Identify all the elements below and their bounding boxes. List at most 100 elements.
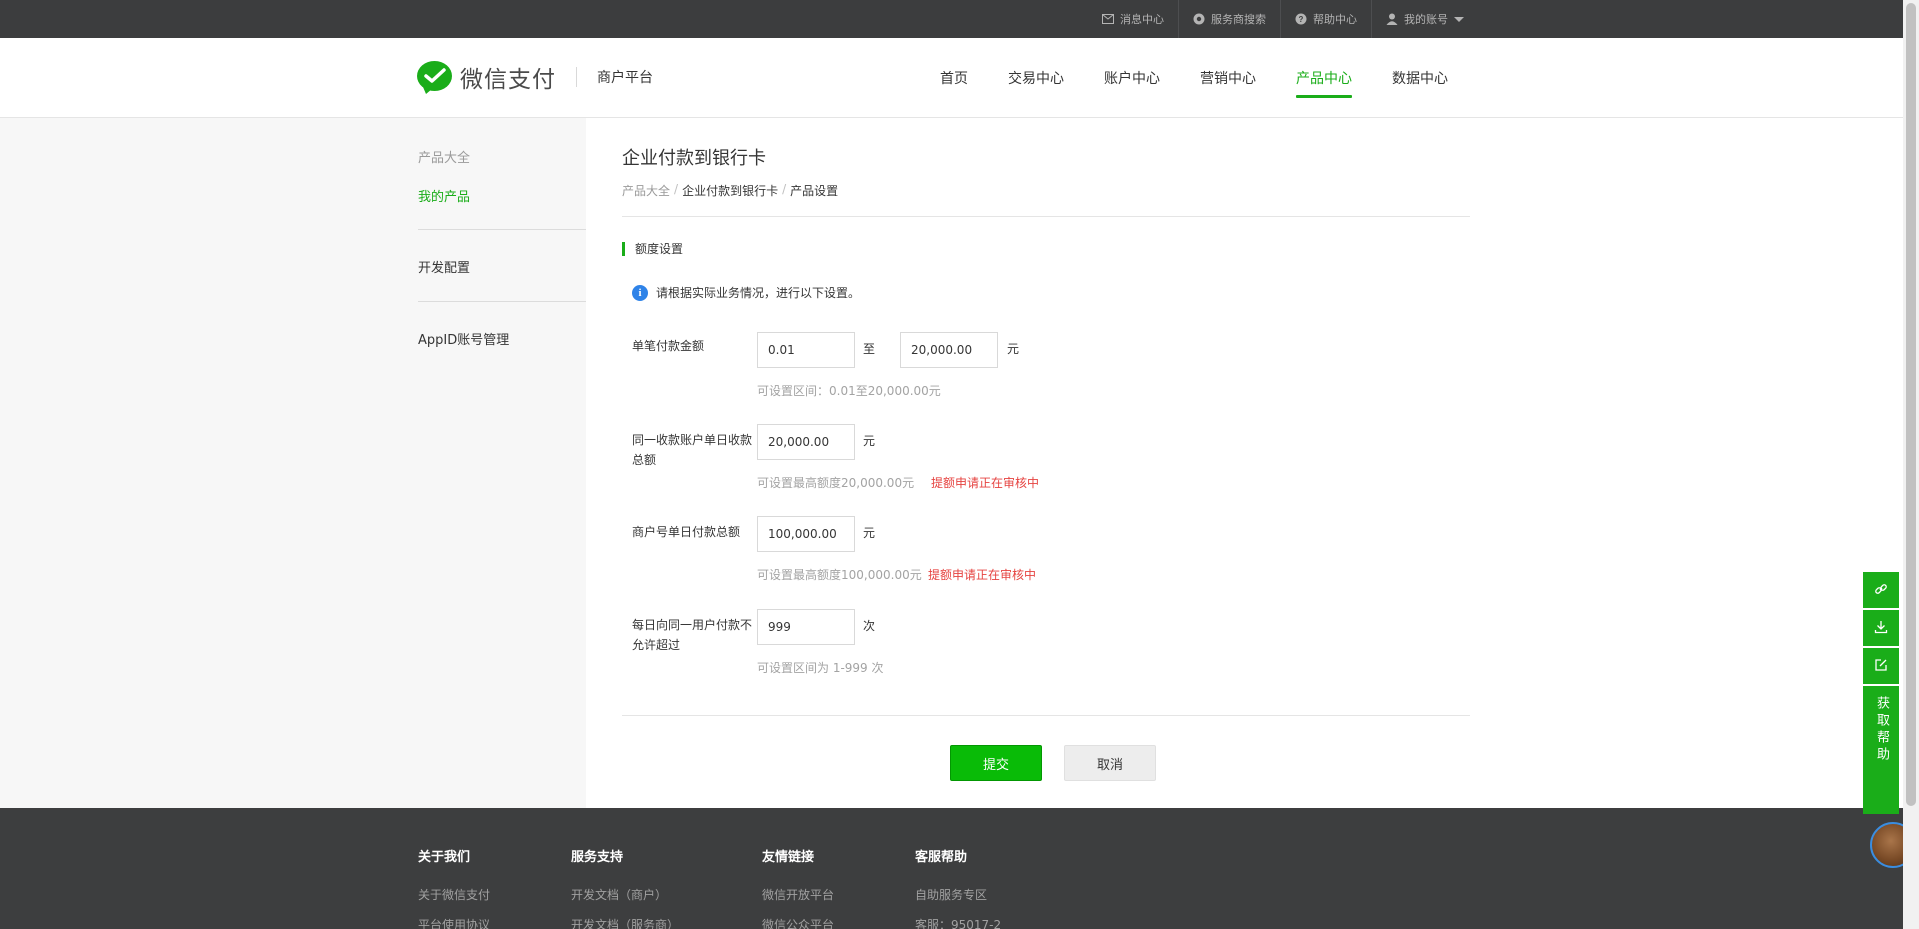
search-icon xyxy=(1193,13,1205,25)
breadcrumb-item-current: 产品设置 xyxy=(790,184,839,198)
breadcrumb-separator: / xyxy=(782,182,787,196)
merchant-daily-review-status: 提额申请正在审核中 xyxy=(928,568,1037,582)
single-payment-max-input[interactable]: 20,000.00 xyxy=(900,332,998,368)
cancel-button[interactable]: 取消 xyxy=(1064,745,1156,781)
wechat-pay-logo-icon xyxy=(417,60,452,94)
floating-toolbar: 获取帮助 xyxy=(1863,572,1899,814)
provider-search-label: 服务商搜索 xyxy=(1211,13,1266,26)
mail-icon xyxy=(1102,13,1114,25)
breadcrumb-item-all-products[interactable]: 产品大全 xyxy=(622,182,670,199)
brand-logo[interactable]: 微信支付 商户平台 xyxy=(417,60,653,94)
submit-button[interactable]: 提交 xyxy=(950,745,1042,781)
single-payment-label: 单笔付款金额 xyxy=(632,339,705,353)
daily-user-limit-input[interactable]: 999 xyxy=(757,609,855,645)
caret-down-icon xyxy=(1454,16,1464,22)
single-payment-unit: 元 xyxy=(1007,342,1020,356)
daily-user-limit-unit: 次 xyxy=(863,619,876,633)
feedback-button[interactable] xyxy=(1863,648,1899,684)
help-icon: ? xyxy=(1295,13,1307,25)
footer-link[interactable]: 开发文档（商户） xyxy=(571,886,679,903)
my-account-label: 我的账号 xyxy=(1404,13,1448,26)
single-payment-min-input[interactable]: 0.01 xyxy=(757,332,855,368)
top-links: 消息中心 服务商搜索 ? 帮助中心 我的账号 xyxy=(1088,0,1478,38)
daily-user-limit-hint: 可设置区间为 1-999 次 xyxy=(757,661,884,675)
get-help-button[interactable]: 获取帮助 xyxy=(1863,686,1899,814)
my-account-menu[interactable]: 我的账号 xyxy=(1371,0,1478,38)
footer-column-customer-service: 客服帮助 自助服务专区 客服：95017-2 xyxy=(915,846,1001,929)
nav-transactions[interactable]: 交易中心 xyxy=(1008,38,1064,118)
share-link-button[interactable] xyxy=(1863,572,1899,608)
range-separator: 至 xyxy=(863,342,876,356)
site-footer: 关于我们 关于微信支付 平台使用协议 服务支持 开发文档（商户） 开发文档（服务… xyxy=(0,808,1903,929)
sidebar-group-products: 产品大全 我的产品 xyxy=(418,118,586,230)
footer-column-about: 关于我们 关于微信支付 平台使用协议 xyxy=(418,846,490,929)
sidebar-item-appid-management[interactable]: AppID账号管理 xyxy=(418,329,509,348)
footer-link[interactable]: 关于微信支付 xyxy=(418,886,490,903)
sidebar-item-my-products[interactable]: 我的产品 xyxy=(418,186,470,205)
brand-divider xyxy=(576,67,577,87)
nav-home[interactable]: 首页 xyxy=(940,38,968,118)
info-notice: i 请根据实际业务情况，进行以下设置。 xyxy=(632,284,860,301)
daily-per-account-input[interactable]: 20,000.00 xyxy=(757,424,855,460)
section-title: 额度设置 xyxy=(622,242,683,256)
footer-link[interactable]: 开发文档（服务商） xyxy=(571,916,679,929)
footer-heading: 服务支持 xyxy=(571,850,624,865)
top-bar: 消息中心 服务商搜索 ? 帮助中心 我的账号 xyxy=(0,0,1903,38)
help-center-label: 帮助中心 xyxy=(1313,13,1357,26)
svg-text:?: ? xyxy=(1299,15,1304,24)
nav-data[interactable]: 数据中心 xyxy=(1392,38,1448,118)
actions-divider xyxy=(622,715,1470,716)
provider-search-link[interactable]: 服务商搜索 xyxy=(1178,0,1280,38)
daily-per-account-label: 同一收款账户单日收款总额 xyxy=(632,433,753,467)
daily-user-limit-label: 每日向同一用户付款不允许超过 xyxy=(632,618,753,652)
daily-per-account-hint: 可设置最高额度20,000.00元 xyxy=(757,476,915,490)
footer-link[interactable]: 微信开放平台 xyxy=(762,886,834,903)
merchant-daily-hint: 可设置最高额度100,000.00元 xyxy=(757,568,922,582)
nav-account[interactable]: 账户中心 xyxy=(1104,38,1160,118)
daily-per-account-unit: 元 xyxy=(863,434,876,448)
sidebar-group-appid: AppID账号管理 xyxy=(418,302,586,362)
info-icon: i xyxy=(632,284,648,301)
help-center-link[interactable]: ? 帮助中心 xyxy=(1280,0,1371,38)
breadcrumb: 产品大全 / 企业付款到银行卡 / 产品设置 xyxy=(622,182,838,199)
page-title: 企业付款到银行卡 xyxy=(622,148,766,169)
footer-link[interactable]: 客服：95017-2 xyxy=(915,916,1001,929)
sidebar-group-dev: 开发配置 xyxy=(418,230,586,302)
download-button[interactable] xyxy=(1863,610,1899,646)
footer-link[interactable]: 平台使用协议 xyxy=(418,916,490,929)
footer-heading: 客服帮助 xyxy=(915,850,968,865)
platform-name: 商户平台 xyxy=(597,70,653,86)
download-icon xyxy=(1874,619,1888,638)
main-panel: 企业付款到银行卡 产品大全 / 企业付款到银行卡 / 产品设置 额度设置 i 请… xyxy=(586,118,1903,808)
sidebar-item-dev-config[interactable]: 开发配置 xyxy=(418,257,470,276)
sidebar: 产品大全 我的产品 开发配置 AppID账号管理 xyxy=(418,118,586,348)
footer-column-links: 友情链接 微信开放平台 微信公众平台 xyxy=(762,846,834,929)
page-scrollbar[interactable] xyxy=(1903,0,1919,929)
single-payment-hint: 可设置区间：0.01至20,000.00元 xyxy=(757,384,941,398)
merchant-daily-label: 商户号单日付款总额 xyxy=(632,525,741,539)
message-center-label: 消息中心 xyxy=(1120,13,1164,26)
footer-heading: 友情链接 xyxy=(762,850,815,865)
nav-products[interactable]: 产品中心 xyxy=(1296,38,1352,118)
nav-marketing[interactable]: 营销中心 xyxy=(1200,38,1256,118)
breadcrumb-item-product[interactable]: 企业付款到银行卡 xyxy=(682,182,778,199)
user-icon xyxy=(1386,13,1398,25)
footer-heading: 关于我们 xyxy=(418,850,471,865)
main-nav: 首页 交易中心 账户中心 营销中心 产品中心 数据中心 xyxy=(940,38,1448,118)
footer-column-support: 服务支持 开发文档（商户） 开发文档（服务商） xyxy=(571,846,679,929)
footer-link[interactable]: 微信公众平台 xyxy=(762,916,834,929)
edit-icon xyxy=(1874,657,1888,676)
merchant-daily-unit: 元 xyxy=(863,526,876,540)
scrollbar-thumb[interactable] xyxy=(1906,3,1916,806)
daily-per-account-review-status: 提额申请正在审核中 xyxy=(931,476,1040,490)
breadcrumb-separator: / xyxy=(674,182,679,196)
merchant-daily-input[interactable]: 100,000.00 xyxy=(757,516,855,552)
brand-name: 微信支付 xyxy=(460,67,556,93)
title-divider xyxy=(622,216,1470,217)
get-help-label: 获取帮助 xyxy=(1874,696,1889,764)
sidebar-item-all-products[interactable]: 产品大全 xyxy=(418,147,470,166)
footer-link[interactable]: 自助服务专区 xyxy=(915,886,1001,903)
info-notice-text: 请根据实际业务情况，进行以下设置。 xyxy=(656,286,861,300)
link-icon xyxy=(1874,581,1888,600)
message-center-link[interactable]: 消息中心 xyxy=(1088,0,1178,38)
